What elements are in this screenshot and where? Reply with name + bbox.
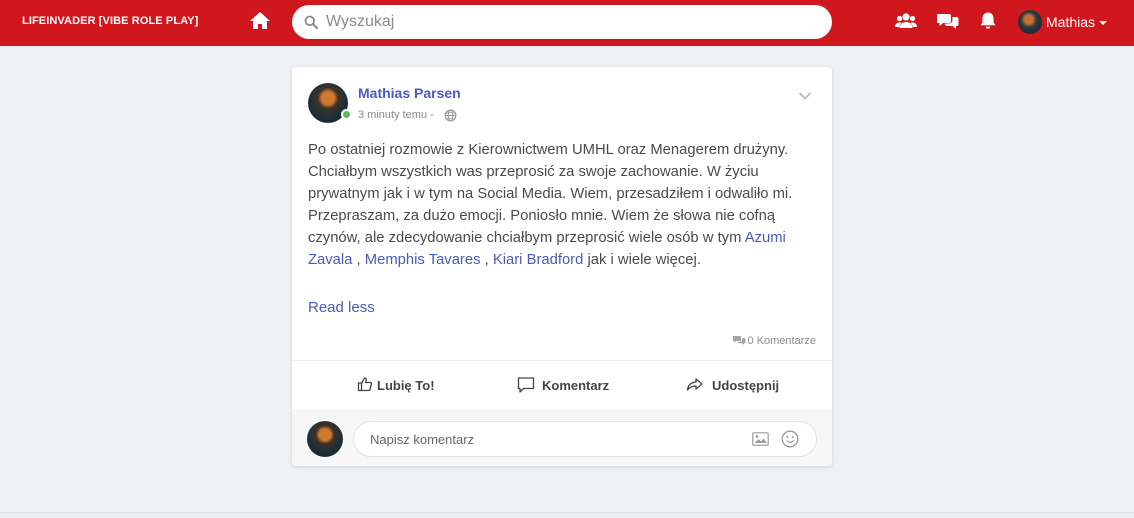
comment-button[interactable]: Komentarz [517, 376, 612, 396]
like-label: Lubię To! [377, 378, 435, 393]
post-time: 3 minuty temu - [358, 109, 434, 121]
author-name[interactable]: Mathias Parsen [358, 85, 461, 101]
avatar [307, 421, 343, 457]
avatar [1018, 10, 1042, 34]
read-less-link[interactable]: Read less [308, 299, 375, 316]
search-icon [304, 15, 318, 29]
home-icon[interactable] [248, 9, 272, 33]
mention-link[interactable]: Memphis Tavares [365, 252, 481, 268]
bell-icon[interactable] [977, 11, 999, 31]
brand-logo[interactable]: LIFEINVADER [VIBE ROLE PLAY] [22, 15, 198, 27]
divider [292, 360, 832, 361]
post-body: Po ostatniej rozmowie z Kierownictwem UM… [308, 139, 816, 271]
globe-icon [444, 109, 457, 122]
post-text-end: jak i wiele więcej. [587, 252, 701, 268]
post-text: Po ostatniej rozmowie z Kierownictwem UM… [308, 142, 793, 246]
comment-box [353, 421, 817, 457]
comments-icon [732, 335, 746, 345]
share-icon [686, 378, 703, 391]
comment-count-label: 0 Komentarze [747, 335, 816, 347]
search-input[interactable] [326, 9, 816, 35]
divider [0, 512, 1134, 513]
messages-icon[interactable] [936, 11, 959, 31]
share-label: Udostępnij [712, 378, 780, 393]
caret-down-icon [1099, 21, 1107, 25]
user-name: Mathias [1046, 14, 1096, 30]
comment-icon [517, 377, 535, 393]
mention-link[interactable]: Kiari Bradford [493, 252, 583, 268]
comment-label: Komentarz [542, 378, 610, 393]
emoji-icon[interactable] [781, 430, 799, 448]
comment-area [292, 410, 832, 466]
image-icon[interactable] [752, 432, 769, 446]
comment-input[interactable] [370, 429, 740, 449]
top-navbar: LIFEINVADER [VIBE ROLE PLAY] Wyszukaj Ma… [0, 0, 1134, 46]
mention-separator: , [484, 252, 489, 268]
search-bar [292, 5, 832, 39]
comment-count[interactable]: 0 Komentarze [732, 335, 816, 347]
online-status-dot [341, 109, 352, 120]
chevron-down-icon[interactable] [798, 88, 812, 100]
post-card: Mathias Parsen 3 minuty temu - Po ostatn… [292, 67, 832, 466]
thumbs-up-icon [357, 377, 373, 392]
share-button[interactable]: Udostępnij [686, 376, 781, 396]
mention-separator: , [356, 252, 361, 268]
friends-icon[interactable] [895, 11, 917, 31]
like-button[interactable]: Lubię To! [357, 376, 437, 396]
